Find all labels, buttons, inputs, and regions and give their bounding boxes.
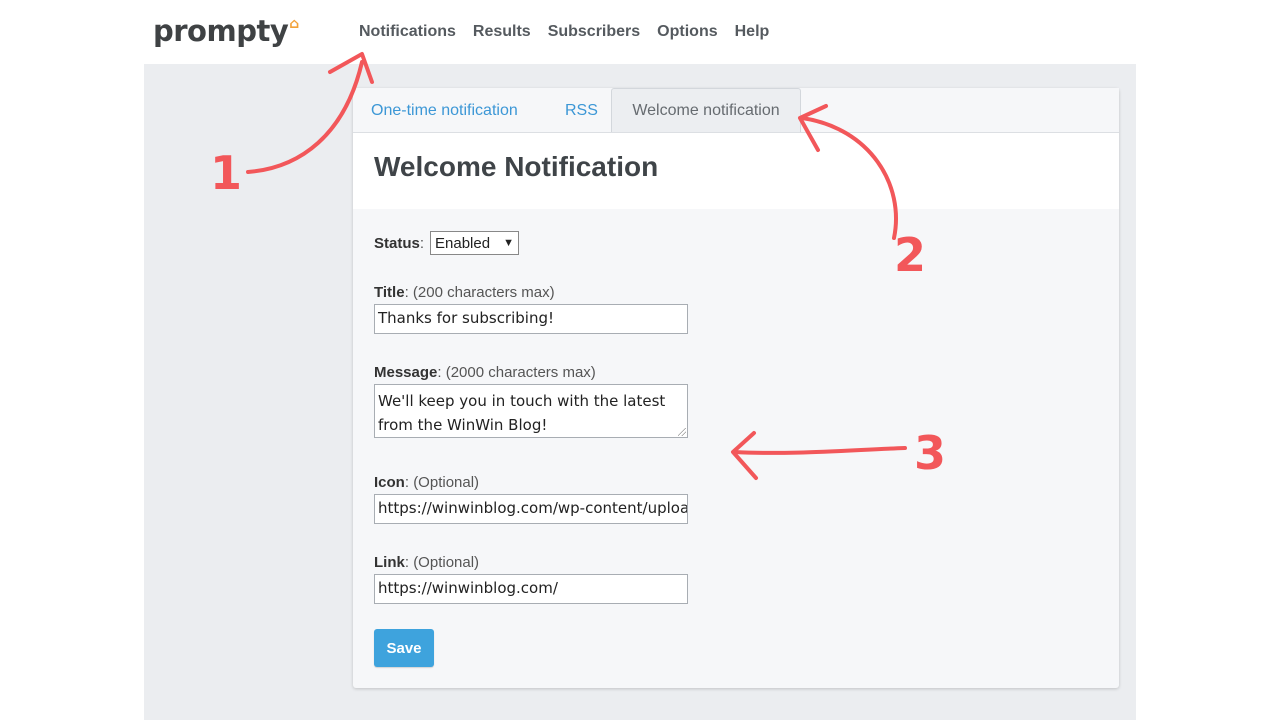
annotation-number-1: 1 <box>210 146 243 200</box>
annotation-number-2: 2 <box>894 228 927 282</box>
arrow-2-head-icon <box>798 104 828 152</box>
arrow-1-icon <box>246 60 364 174</box>
arrow-3-head-icon <box>731 431 758 480</box>
arrow-2-icon <box>800 116 898 240</box>
arrow-3-icon <box>733 446 907 455</box>
annotation-arrows <box>246 52 907 480</box>
annotation-number-3: 3 <box>914 426 947 480</box>
arrow-1-head-icon <box>328 52 374 84</box>
